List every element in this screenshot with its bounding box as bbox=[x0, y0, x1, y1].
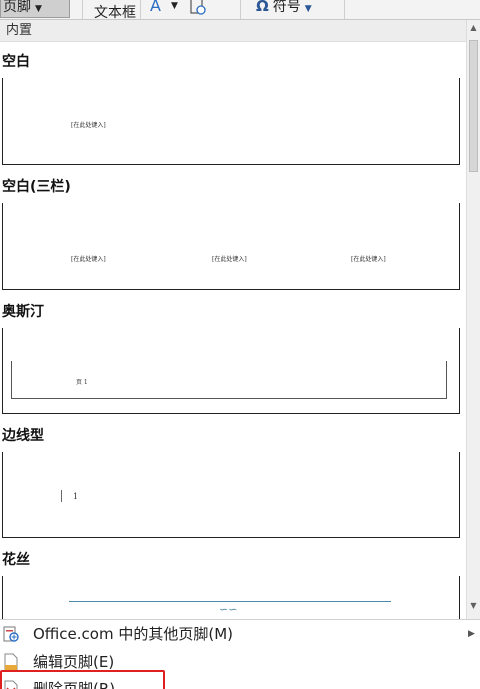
sideline-bar bbox=[61, 490, 62, 502]
office-online-icon bbox=[3, 625, 19, 643]
template-title: 空白 bbox=[2, 54, 30, 70]
menu-item-more-footers-office[interactable]: Office.com 中的其他页脚(M) ▶ bbox=[0, 621, 480, 647]
menu-item-label: Office.com 中的其他页脚(M) bbox=[33, 625, 234, 643]
object-icon[interactable] bbox=[188, 0, 208, 19]
placeholder-text: [在此处键入] bbox=[212, 256, 247, 263]
placeholder-text: [在此处键入] bbox=[351, 256, 386, 263]
filigree-ornament: ∽∽ bbox=[219, 603, 238, 616]
template-title: 空白(三栏) bbox=[2, 179, 71, 195]
ribbon-divider bbox=[140, 0, 141, 19]
template-title: 奥斯汀 bbox=[2, 304, 44, 320]
template-title: 边线型 bbox=[2, 428, 44, 444]
ribbon-divider bbox=[82, 0, 83, 19]
chevron-down-icon: ▼ bbox=[304, 4, 312, 14]
template-preview-sideline[interactable]: 1 bbox=[2, 452, 460, 538]
template-title: 花丝 bbox=[2, 552, 30, 568]
template-preview-filigree[interactable]: ∽∽ bbox=[2, 576, 460, 619]
symbol-ribbon-button[interactable]: Ω 符号 ▼ bbox=[256, 0, 312, 18]
chevron-down-icon[interactable]: ▼ bbox=[171, 0, 178, 18]
symbol-label: 符号 bbox=[272, 0, 301, 15]
scrollbar-thumb[interactable] bbox=[469, 40, 478, 172]
template-preview-blank[interactable]: [在此处键入] bbox=[2, 78, 460, 165]
wordart-icon[interactable]: A bbox=[150, 0, 161, 18]
omega-icon: Ω bbox=[256, 0, 269, 15]
footer-ribbon-button[interactable]: 页脚 ▼ bbox=[0, 0, 70, 18]
scroll-up-arrow-icon[interactable]: ▲ bbox=[467, 20, 480, 36]
ribbon-divider bbox=[344, 0, 345, 19]
footer-gallery: 内置 空白 [在此处键入] 空白(三栏) [在此处键入] [在此处键入] [在此… bbox=[0, 20, 466, 619]
edit-footer-icon bbox=[3, 653, 19, 671]
ribbon-strip: 页脚 ▼ 文本框 A ▼ Ω 符号 ▼ bbox=[0, 0, 480, 20]
chevron-down-icon: ▼ bbox=[35, 4, 42, 14]
page-number-text: 页 1 bbox=[76, 379, 88, 386]
gallery-scrollbar[interactable]: ▲ ▼ bbox=[466, 20, 480, 619]
highlight-box bbox=[0, 670, 165, 689]
page-number-text: 1 bbox=[73, 492, 79, 501]
template-preview-austin[interactable]: 页 1 bbox=[2, 328, 460, 414]
section-header-builtin: 内置 bbox=[0, 20, 466, 42]
ribbon-divider bbox=[240, 0, 241, 19]
filigree-line bbox=[69, 601, 391, 602]
scroll-down-arrow-icon[interactable]: ▼ bbox=[467, 598, 480, 614]
placeholder-text: [在此处键入] bbox=[71, 122, 106, 129]
placeholder-text: [在此处键入] bbox=[71, 256, 106, 263]
template-preview-blank-three-column[interactable]: [在此处键入] [在此处键入] [在此处键入] bbox=[2, 203, 460, 290]
submenu-arrow-icon: ▶ bbox=[468, 629, 475, 639]
footer-ribbon-label: 页脚 bbox=[3, 0, 31, 15]
textbox-ribbon-button[interactable]: 文本框 bbox=[94, 0, 136, 19]
